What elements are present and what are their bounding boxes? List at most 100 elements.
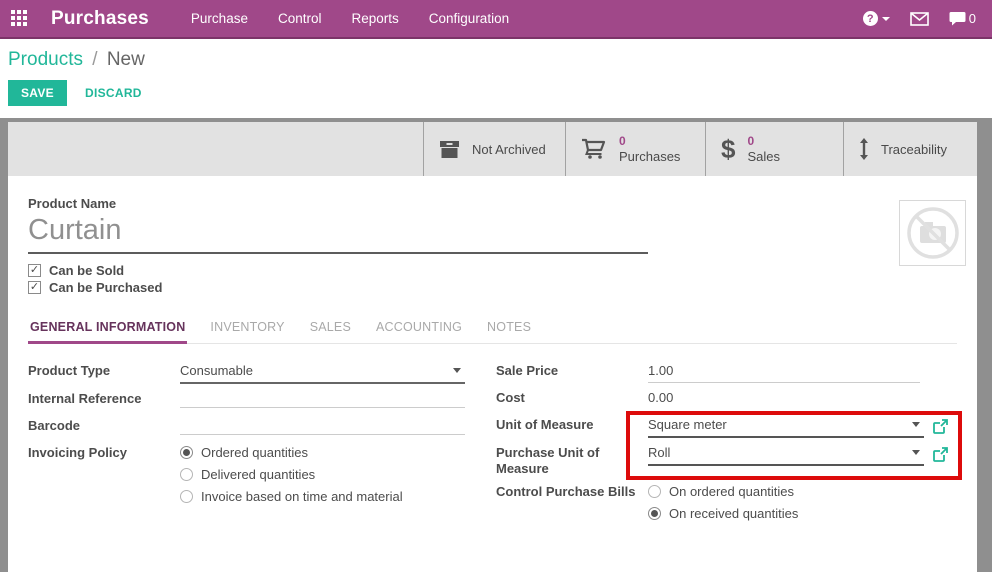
stat-label: Not Archived bbox=[472, 142, 546, 157]
navbar-right: ? 0 bbox=[863, 11, 976, 26]
unit-of-measure-select[interactable]: Square meter bbox=[648, 415, 924, 438]
can-be-sold-label: Can be Sold bbox=[49, 263, 124, 278]
product-type-row: Product Type Consumable bbox=[28, 361, 480, 384]
sale-price-label: Sale Price bbox=[496, 361, 648, 379]
unit-of-measure-row: Unit of Measure Square meter bbox=[496, 415, 957, 438]
stat-label: Sales bbox=[747, 149, 780, 164]
internal-reference-label: Internal Reference bbox=[28, 389, 180, 407]
menu-reports[interactable]: Reports bbox=[352, 11, 399, 26]
purchase-unit-of-measure-label: Purchase Unit of Measure bbox=[496, 443, 648, 477]
radio-on-ordered-quantities[interactable]: On ordered quantities bbox=[648, 484, 798, 499]
menu-purchase[interactable]: Purchase bbox=[191, 11, 248, 26]
control-panel-buttons: SAVE DISCARD bbox=[8, 80, 984, 106]
tab-general-information[interactable]: GENERAL INFORMATION bbox=[28, 316, 187, 344]
messages-icon[interactable] bbox=[910, 12, 929, 26]
tab-notes[interactable]: NOTES bbox=[485, 316, 533, 344]
menu-control[interactable]: Control bbox=[278, 11, 322, 26]
invoicing-policy-label: Invoicing Policy bbox=[28, 443, 180, 461]
radio-delivered-quantities[interactable]: Delivered quantities bbox=[180, 467, 403, 482]
radio-unselected-icon bbox=[180, 490, 193, 503]
app-menu: Purchase Control Reports Configuration bbox=[191, 11, 509, 26]
radio-label: Delivered quantities bbox=[201, 467, 315, 482]
menu-configuration[interactable]: Configuration bbox=[429, 11, 509, 26]
app-title[interactable]: Purchases bbox=[51, 8, 149, 30]
archive-box-icon bbox=[439, 140, 460, 159]
product-image-placeholder[interactable] bbox=[899, 200, 966, 266]
control-panel: Products / New SAVE DISCARD bbox=[0, 39, 992, 118]
can-be-sold-checkbox[interactable]: ✓ Can be Sold bbox=[28, 262, 957, 279]
product-type-select[interactable]: Consumable bbox=[180, 361, 465, 384]
cost-row: Cost 0.00 bbox=[496, 388, 957, 410]
notebook-tabs: GENERAL INFORMATION INVENTORY SALES ACCO… bbox=[28, 316, 957, 344]
purchase-unit-of-measure-value: Roll bbox=[648, 445, 670, 460]
sale-price-row: Sale Price 1.00 bbox=[496, 361, 957, 383]
discard-button[interactable]: DISCARD bbox=[85, 86, 142, 100]
chat-counter[interactable]: 0 bbox=[949, 11, 976, 26]
chat-count: 0 bbox=[969, 11, 976, 26]
form-view-frame: Not Archived 0 Purchases $ bbox=[0, 118, 992, 572]
status-band: Not Archived 0 Purchases $ bbox=[8, 122, 977, 176]
no-camera-icon bbox=[904, 204, 962, 262]
checkbox-checked-icon: ✓ bbox=[28, 264, 41, 277]
product-name-label: Product Name bbox=[28, 196, 957, 211]
stat-button-purchases[interactable]: 0 Purchases bbox=[565, 122, 705, 176]
purchase-unit-of-measure-row: Purchase Unit of Measure Roll bbox=[496, 443, 957, 477]
radio-unselected-icon bbox=[648, 485, 661, 498]
purchase-unit-of-measure-select[interactable]: Roll bbox=[648, 443, 924, 466]
can-be-purchased-checkbox[interactable]: ✓ Can be Purchased bbox=[28, 279, 957, 296]
chevron-down-icon bbox=[912, 450, 920, 455]
radio-invoice-time-material[interactable]: Invoice based on time and material bbox=[180, 489, 403, 504]
stat-label: Traceability bbox=[881, 142, 947, 157]
radio-ordered-quantities[interactable]: Ordered quantities bbox=[180, 445, 403, 460]
stat-value: 0 bbox=[619, 134, 680, 149]
dollar-icon: $ bbox=[721, 134, 735, 165]
top-navbar: Purchases Purchase Control Reports Confi… bbox=[0, 0, 992, 39]
tab-accounting[interactable]: ACCOUNTING bbox=[374, 316, 464, 344]
stat-button-archived[interactable]: Not Archived bbox=[423, 122, 565, 176]
apps-grid-icon[interactable] bbox=[11, 10, 29, 28]
stat-button-traceability[interactable]: Traceability bbox=[843, 122, 977, 176]
barcode-input[interactable] bbox=[180, 416, 465, 435]
sale-purchase-checkboxes: ✓ Can be Sold ✓ Can be Purchased bbox=[28, 262, 957, 296]
radio-selected-icon bbox=[180, 446, 193, 459]
product-name-field[interactable]: Curtain bbox=[28, 214, 648, 254]
external-link-icon[interactable] bbox=[933, 447, 948, 462]
invoicing-policy-row: Invoicing Policy Ordered quantities Deli… bbox=[28, 443, 480, 511]
tab-inventory[interactable]: INVENTORY bbox=[208, 316, 286, 344]
can-be-purchased-label: Can be Purchased bbox=[49, 280, 162, 295]
radio-selected-icon bbox=[648, 507, 661, 520]
save-button[interactable]: SAVE bbox=[8, 80, 67, 106]
barcode-row: Barcode bbox=[28, 416, 480, 438]
chevron-down-icon bbox=[912, 422, 920, 427]
stat-button-sales[interactable]: $ 0 Sales bbox=[705, 122, 843, 176]
unit-of-measure-label: Unit of Measure bbox=[496, 415, 648, 433]
internal-reference-input[interactable] bbox=[180, 389, 465, 408]
form-left-column: Product Type Consumable Internal Referen… bbox=[28, 361, 480, 533]
control-purchase-bills-row: Control Purchase Bills On ordered quanti… bbox=[496, 482, 957, 528]
product-form-sheet: Product Name Curtain ✓ Can be Sold ✓ Can… bbox=[8, 176, 977, 572]
cost-label: Cost bbox=[496, 388, 648, 406]
general-information-panel: Product Type Consumable Internal Referen… bbox=[28, 361, 957, 533]
breadcrumb-separator: / bbox=[92, 49, 97, 70]
chevron-down-icon bbox=[453, 368, 461, 373]
unit-of-measure-value: Square meter bbox=[648, 417, 727, 432]
stat-label: Purchases bbox=[619, 149, 680, 164]
control-purchase-bills-label: Control Purchase Bills bbox=[496, 482, 648, 500]
product-type-label: Product Type bbox=[28, 361, 180, 379]
chat-bubble-icon bbox=[949, 11, 966, 26]
radio-on-received-quantities[interactable]: On received quantities bbox=[648, 506, 798, 521]
breadcrumb: Products / New bbox=[8, 49, 984, 71]
up-down-arrows-icon bbox=[859, 138, 869, 160]
control-purchase-bills-radio-group: On ordered quantities On received quanti… bbox=[648, 482, 798, 528]
radio-label: On received quantities bbox=[669, 506, 798, 521]
form-right-column: Sale Price 1.00 Cost 0.00 Unit of Measur… bbox=[496, 361, 957, 533]
help-menu[interactable]: ? bbox=[863, 11, 890, 26]
radio-label: Ordered quantities bbox=[201, 445, 308, 460]
stat-value: 0 bbox=[747, 134, 780, 149]
sale-price-input[interactable]: 1.00 bbox=[648, 361, 920, 383]
breadcrumb-products-link[interactable]: Products bbox=[8, 49, 83, 70]
radio-unselected-icon bbox=[180, 468, 193, 481]
external-link-icon[interactable] bbox=[933, 419, 948, 434]
tab-sales[interactable]: SALES bbox=[308, 316, 353, 344]
help-icon: ? bbox=[863, 11, 878, 26]
